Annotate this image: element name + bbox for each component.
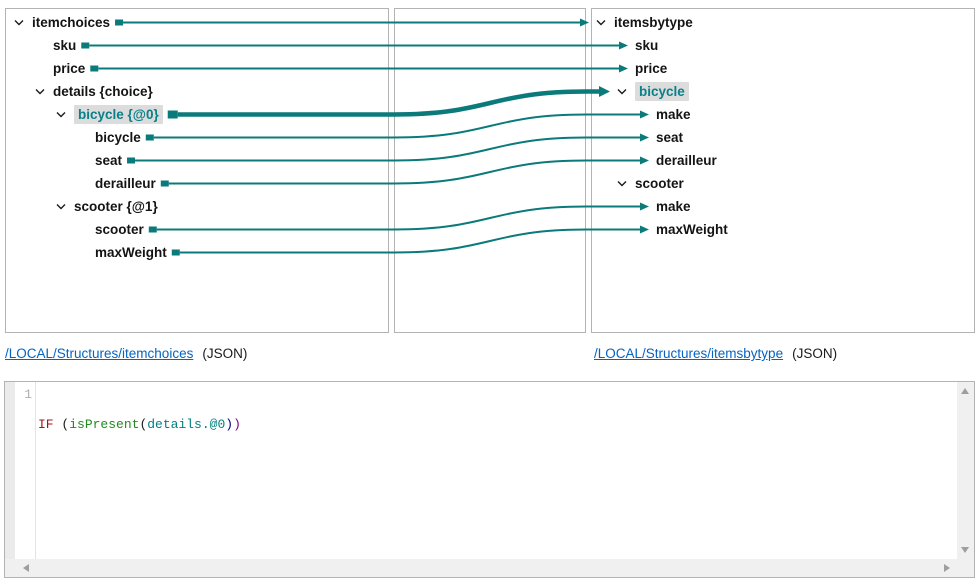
chevron-down-icon[interactable] bbox=[596, 19, 612, 26]
source-tree-panel: itemchoices sku price details {choice} bicyc… bbox=[5, 8, 389, 333]
target-node-bicycle[interactable]: bicycle bbox=[592, 80, 974, 103]
chevron-down-icon[interactable] bbox=[56, 203, 72, 210]
source-structure-row: /LOCAL/Structures/itemchoices (JSON) bbox=[5, 346, 247, 361]
code-editor-area[interactable]: IF (isPresent(details.@0)) bbox=[38, 382, 957, 559]
mapping-source-stub[interactable] bbox=[146, 135, 154, 141]
mapping-source-stub[interactable] bbox=[172, 250, 180, 256]
node-label: details {choice} bbox=[53, 83, 153, 100]
node-label: scooter {@1} bbox=[74, 198, 158, 215]
source-structure-link[interactable]: /LOCAL/Structures/itemchoices bbox=[5, 346, 193, 361]
target-structure-row: /LOCAL/Structures/itemsbytype (JSON) bbox=[594, 346, 837, 361]
source-node-scooter-1[interactable]: scooter {@1} bbox=[6, 195, 388, 218]
node-label: price bbox=[53, 60, 85, 77]
line-number: 1 bbox=[15, 382, 35, 402]
scroll-up-icon[interactable] bbox=[961, 388, 969, 394]
mapping-canvas-panel bbox=[394, 8, 586, 333]
chevron-down-icon[interactable] bbox=[617, 180, 633, 187]
chevron-down-icon[interactable] bbox=[56, 111, 72, 118]
code-token: ) bbox=[233, 417, 241, 432]
mapping-source-stub[interactable] bbox=[149, 227, 157, 233]
node-label: price bbox=[635, 60, 667, 77]
scroll-down-icon[interactable] bbox=[961, 547, 969, 553]
mapping-source-stub[interactable] bbox=[90, 66, 98, 72]
target-structure-link[interactable]: /LOCAL/Structures/itemsbytype bbox=[594, 346, 783, 361]
node-label: scooter bbox=[635, 175, 684, 192]
scroll-right-icon[interactable] bbox=[944, 564, 950, 572]
editor-gutter bbox=[5, 382, 15, 559]
editor-vertical-scrollbar[interactable] bbox=[957, 382, 974, 559]
node-label: bicycle bbox=[95, 129, 141, 146]
mapping-source-stub[interactable] bbox=[168, 111, 178, 119]
node-label: sku bbox=[53, 37, 76, 54]
editor-line-numbers: 1 bbox=[15, 382, 36, 559]
mapping-script-editor: 1 IF (isPresent(details.@0)) bbox=[4, 381, 975, 578]
node-label: maxWeight bbox=[95, 244, 167, 261]
node-label: itemsbytype bbox=[614, 14, 693, 31]
code-line: IF (isPresent(details.@0)) bbox=[38, 417, 957, 432]
target-node-itemsbytype[interactable]: itemsbytype bbox=[592, 11, 974, 34]
code-token: details.@0 bbox=[147, 417, 225, 432]
node-label: make bbox=[656, 106, 691, 123]
mapping-source-stub[interactable] bbox=[115, 20, 123, 26]
target-tree-panel: itemsbytype sku price bicycle make seat derail… bbox=[591, 8, 975, 333]
node-label: bicycle {@0} bbox=[74, 105, 163, 124]
target-node-derailleur[interactable]: derailleur bbox=[592, 149, 974, 172]
chevron-down-icon[interactable] bbox=[617, 88, 633, 95]
node-label: sku bbox=[635, 37, 658, 54]
node-label: derailleur bbox=[656, 152, 717, 169]
source-node-details-choice[interactable]: details {choice} bbox=[6, 80, 388, 103]
code-token: ( bbox=[54, 417, 70, 432]
node-label: seat bbox=[656, 129, 683, 146]
chevron-down-icon[interactable] bbox=[35, 88, 51, 95]
node-label: make bbox=[656, 198, 691, 215]
target-format-label: (JSON) bbox=[792, 346, 837, 361]
target-node-sku[interactable]: sku bbox=[592, 34, 974, 57]
target-node-make[interactable]: make bbox=[592, 103, 974, 126]
mapping-source-stub[interactable] bbox=[127, 158, 135, 164]
source-format-label: (JSON) bbox=[202, 346, 247, 361]
node-label: scooter bbox=[95, 221, 144, 238]
chevron-down-icon[interactable] bbox=[14, 19, 30, 26]
target-node-make[interactable]: make bbox=[592, 195, 974, 218]
mapping-source-stub[interactable] bbox=[161, 181, 169, 187]
code-token: isPresent bbox=[69, 417, 139, 432]
node-label: itemchoices bbox=[32, 14, 110, 31]
editor-horizontal-scrollbar[interactable] bbox=[5, 559, 974, 577]
target-node-scooter[interactable]: scooter bbox=[592, 172, 974, 195]
target-node-maxweight[interactable]: maxWeight bbox=[592, 218, 974, 241]
code-token: IF bbox=[38, 417, 54, 432]
mapper-window: itemchoices sku price details {choice} bicyc… bbox=[0, 0, 979, 583]
target-node-price[interactable]: price bbox=[592, 57, 974, 80]
code-token: ) bbox=[225, 417, 233, 432]
scroll-left-icon[interactable] bbox=[23, 564, 29, 572]
node-label: bicycle bbox=[635, 82, 689, 101]
node-label: maxWeight bbox=[656, 221, 728, 238]
mapping-source-stub[interactable] bbox=[81, 43, 89, 49]
node-label: derailleur bbox=[95, 175, 156, 192]
node-label: seat bbox=[95, 152, 122, 169]
target-node-seat[interactable]: seat bbox=[592, 126, 974, 149]
